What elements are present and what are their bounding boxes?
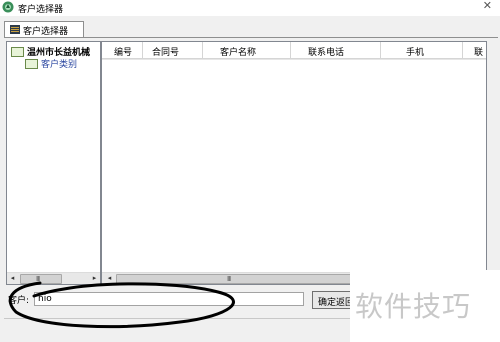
column-separator [142,42,143,58]
tab-strip: 客户选择器 [4,19,498,38]
scroll-left-icon[interactable]: ◂ [104,273,115,284]
customer-selector-window: 客户选择器 ✕ 客户选择器 温州市长益机械 客户类别 ◂ III ▸ 编号 合同… [0,0,500,342]
tab-label: 客户选择器 [23,27,69,37]
folder-icon [11,47,24,57]
tab-customer-selector[interactable]: 客户选择器 [4,21,84,38]
grip-icon: III [227,275,231,283]
close-icon[interactable]: ✕ [483,0,492,12]
window-title: 客户选择器 [18,5,64,15]
column-separator [290,42,291,58]
customer-category-tree[interactable]: 温州市长益机械 客户类别 ◂ III ▸ [6,41,101,285]
watermark-text: 软件技巧 [355,290,472,323]
scroll-thumb[interactable]: III [116,274,358,284]
grid-row-separator [102,59,486,60]
folder-icon [25,59,38,69]
title-bar: 客户选择器 ✕ [0,0,500,16]
customer-grid[interactable]: 编号 合同号 客户名称 联系电话 手机 联 ◂ III [101,41,487,285]
grip-icon: III [36,275,40,283]
customer-input[interactable] [34,292,304,306]
column-separator [380,42,381,58]
customer-label: 客户: [8,296,30,306]
column-header-id[interactable]: 编号 [114,45,132,58]
tab-underline [4,37,498,38]
column-header-contact[interactable]: 联 [474,45,483,58]
scroll-left-icon[interactable]: ◂ [7,273,18,284]
tree-horizontal-scrollbar[interactable]: ◂ III ▸ [7,272,100,284]
status-divider [4,318,354,319]
grid-header: 编号 合同号 客户名称 联系电话 手机 联 [102,42,486,59]
column-separator [462,42,463,58]
app-icon [2,1,14,13]
column-separator [202,42,203,58]
table-icon [10,25,20,34]
scroll-right-icon[interactable]: ▸ [89,273,100,284]
scroll-thumb[interactable]: III [20,274,62,284]
column-header-mobile[interactable]: 手机 [406,45,424,58]
tree-item-label: 客户类别 [41,60,78,70]
column-header-phone[interactable]: 联系电话 [308,45,344,58]
column-header-customer-name[interactable]: 客户名称 [220,45,256,58]
column-header-contract[interactable]: 合同号 [152,45,179,58]
